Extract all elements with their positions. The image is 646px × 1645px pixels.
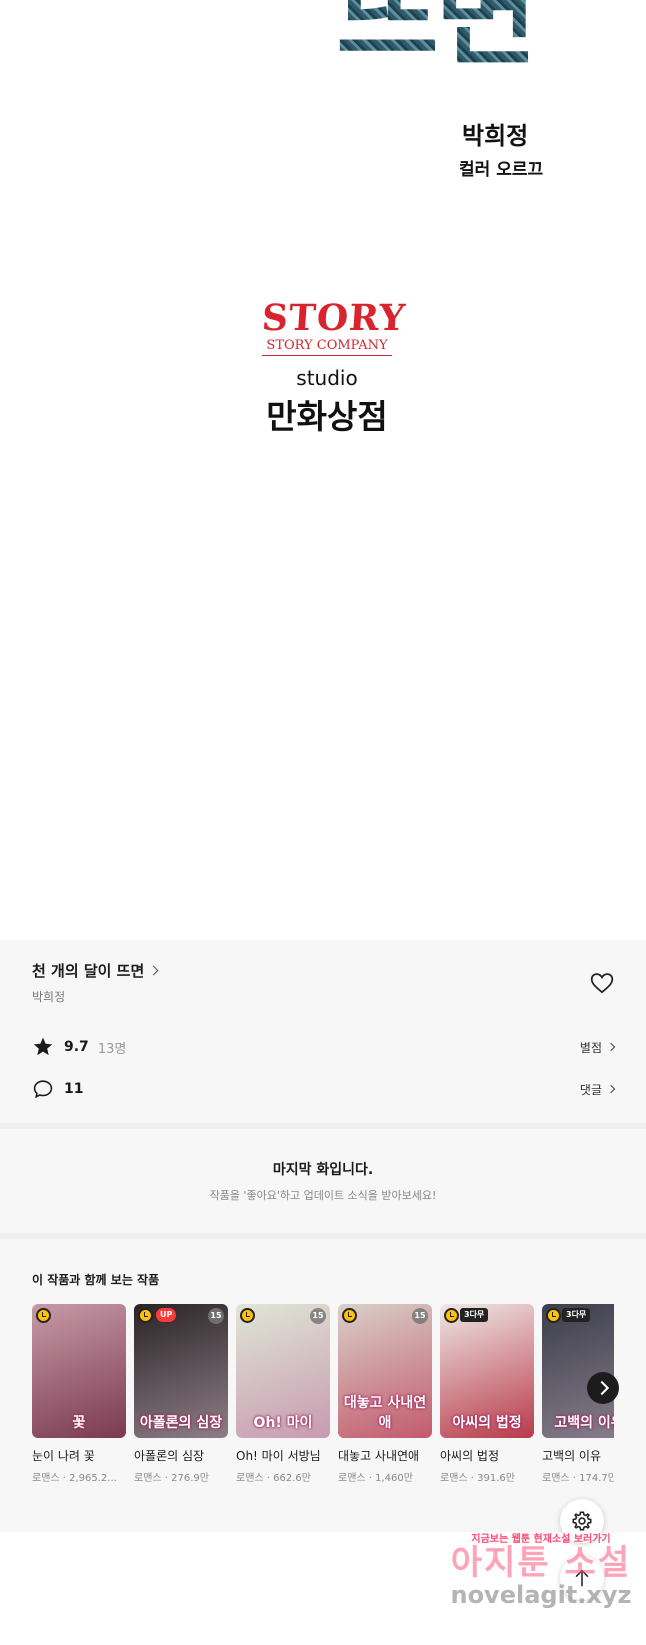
list-item[interactable]: UP 15 아폴론의 심장 아폴론의 심장 로맨스 · 276.9만 — [134, 1304, 228, 1484]
series-author: 박희정 — [32, 990, 66, 1004]
cover-thumbnail: 3다무고백의 이유 — [542, 1304, 614, 1438]
status-badge: 3다무 — [460, 1308, 489, 1322]
watermark-url: novelagit.xyz — [450, 1581, 632, 1610]
work-title: 아폴론의 심장 — [134, 1449, 205, 1463]
clock-icon — [138, 1308, 153, 1323]
comic-art-area: 뜨면 박희정 컬러 오르끄 STORY STORY COMPANY studio… — [0, 0, 646, 940]
comment-count: 11 — [64, 1081, 84, 1097]
work-title: 아씨의 법정 — [440, 1449, 500, 1463]
rating-row: 9.7 13명 별점 — [32, 1036, 616, 1058]
clock-icon — [444, 1308, 459, 1323]
clock-icon — [342, 1308, 357, 1323]
age-rating-badge: 15 — [208, 1308, 224, 1324]
series-info-card: 천 개의 달이 뜨면 박희정 9.7 13명 별점 11 댓글 — [0, 940, 646, 1123]
cover-title-art: Oh! 마이 — [253, 1415, 313, 1431]
studio-label: studio — [296, 366, 358, 390]
cover-title-art: 고백의 이유 — [554, 1415, 614, 1431]
story-company-logo: STORY STORY COMPANY — [260, 297, 408, 356]
site-watermark: 지금보는 웹툰 현재소설 보러가기 아지툰 소설 novelagit.xyz — [438, 1530, 644, 1609]
series-title: 천 개의 달이 뜨면 — [32, 962, 145, 980]
age-rating-badge: 15 — [310, 1308, 326, 1324]
last-episode-title: 마지막 화입니다. — [272, 1162, 374, 1178]
last-episode-subtitle: 작품을 '좋아요'하고 업데이트 소식을 받아보세요! — [209, 1189, 437, 1202]
series-title-art: 뜨면 — [336, 0, 538, 90]
work-meta: 로맨스 · 2,965.2... — [32, 1473, 117, 1484]
cover-title-art: 아폴론의 심장 — [139, 1415, 223, 1431]
work-meta: 로맨스 · 174.7만 — [542, 1473, 614, 1484]
work-title: 눈이 나려 꽃 — [32, 1449, 95, 1463]
story-logo-word: STORY — [260, 297, 408, 339]
work-meta: 로맨스 · 391.6만 — [440, 1473, 515, 1484]
watermark-tagline: 지금보는 웹툰 현재소설 보러가기 — [471, 1534, 611, 1545]
story-logo-sub: STORY COMPANY — [262, 338, 392, 356]
chevron-right-icon — [606, 1084, 616, 1094]
cover-title-art: 꽃 — [72, 1415, 86, 1431]
cover-thumbnail: 꽃 — [32, 1304, 126, 1438]
comment-link[interactable]: 댓글 — [579, 1081, 616, 1098]
recommendations-heading: 이 작품과 함께 보는 작품 — [32, 1273, 160, 1287]
gear-icon — [572, 1511, 592, 1531]
recommendations-section: 이 작품과 함께 보는 작품 꽃 눈이 나려 꽃 로맨스 · 2,965.2... U… — [0, 1239, 646, 1532]
chevron-right-icon — [606, 1042, 616, 1052]
chevron-right-icon[interactable] — [587, 1372, 619, 1404]
art-author-credit: 박희정 — [462, 122, 529, 150]
rating-link-label: 별점 — [579, 1040, 602, 1055]
rating-link[interactable]: 별점 — [579, 1039, 616, 1056]
arrow-up-icon — [575, 1569, 589, 1587]
status-badge: UP — [156, 1308, 177, 1322]
star-icon — [33, 1037, 53, 1056]
series-title-link[interactable]: 천 개의 달이 뜨면 — [32, 960, 159, 981]
watermark-brand: 아지툰 소설 — [450, 1543, 632, 1583]
list-item[interactable]: 3다무 아씨의 법정 아씨의 법정 로맨스 · 391.6만 — [440, 1304, 534, 1484]
settings-button[interactable] — [560, 1499, 604, 1543]
rating-count: 13명 — [97, 1041, 127, 1057]
rating-value: 9.7 — [64, 1039, 89, 1055]
work-meta: 로맨스 · 1,460만 — [338, 1473, 413, 1484]
comment-row: 11 댓글 — [32, 1078, 616, 1100]
cover-title-art: 대놓고 사내연애 — [343, 1395, 427, 1431]
work-meta: 로맨스 · 276.9만 — [134, 1473, 209, 1484]
status-badge: 3다무 — [562, 1308, 591, 1322]
cover-title-art: 아씨의 법정 — [452, 1415, 522, 1431]
cover-thumbnail: 3다무아씨의 법정 — [440, 1304, 534, 1438]
clock-icon — [36, 1308, 51, 1323]
work-title: 대놓고 사내연애 — [338, 1449, 420, 1463]
cover-thumbnail: 15 대놓고 사내연애 — [338, 1304, 432, 1438]
work-meta: 로맨스 · 662.6만 — [236, 1473, 311, 1484]
age-rating-badge: 15 — [412, 1308, 428, 1324]
speech-bubble-icon — [33, 1080, 53, 1099]
list-item[interactable]: 15 대놓고 사내연애 대놓고 사내연애 로맨스 · 1,460만 — [338, 1304, 432, 1484]
work-title: Oh! 마이 서방님 — [236, 1449, 321, 1463]
list-item[interactable]: 꽃눈이 나려 꽃로맨스 · 2,965.2... — [32, 1304, 126, 1484]
chevron-right-icon — [148, 965, 159, 976]
work-title: 고백의 이유 — [542, 1449, 602, 1463]
episode-end-panel: 천 개의 달이 뜨면 박희정 9.7 13명 별점 11 댓글 마지막 화입니다… — [0, 940, 646, 1532]
art-color-credit: 컬러 오르끄 — [459, 160, 544, 180]
cover-thumbnail: UP 15 아폴론의 심장 — [134, 1304, 228, 1438]
recommendations-carousel[interactable]: 꽃 눈이 나려 꽃 로맨스 · 2,965.2... UP 15 아폴론의 심장 아폴론의 … — [32, 1304, 614, 1494]
clock-icon — [240, 1308, 255, 1323]
last-episode-notice: 마지막 화입니다. 작품을 '좋아요'하고 업데이트 소식을 받아보세요! — [0, 1129, 646, 1233]
clock-icon — [546, 1308, 561, 1323]
cover-thumbnail: 15 Oh! 마이 — [236, 1304, 330, 1438]
studio-name: 만화상점 — [266, 397, 388, 436]
list-item[interactable]: 15 Oh! 마이 Oh! 마이 서방님로맨스 · 662.6만 — [236, 1304, 330, 1484]
comment-link-label: 댓글 — [579, 1082, 602, 1097]
scroll-to-top-button[interactable] — [560, 1556, 604, 1600]
heart-icon[interactable] — [589, 970, 615, 996]
